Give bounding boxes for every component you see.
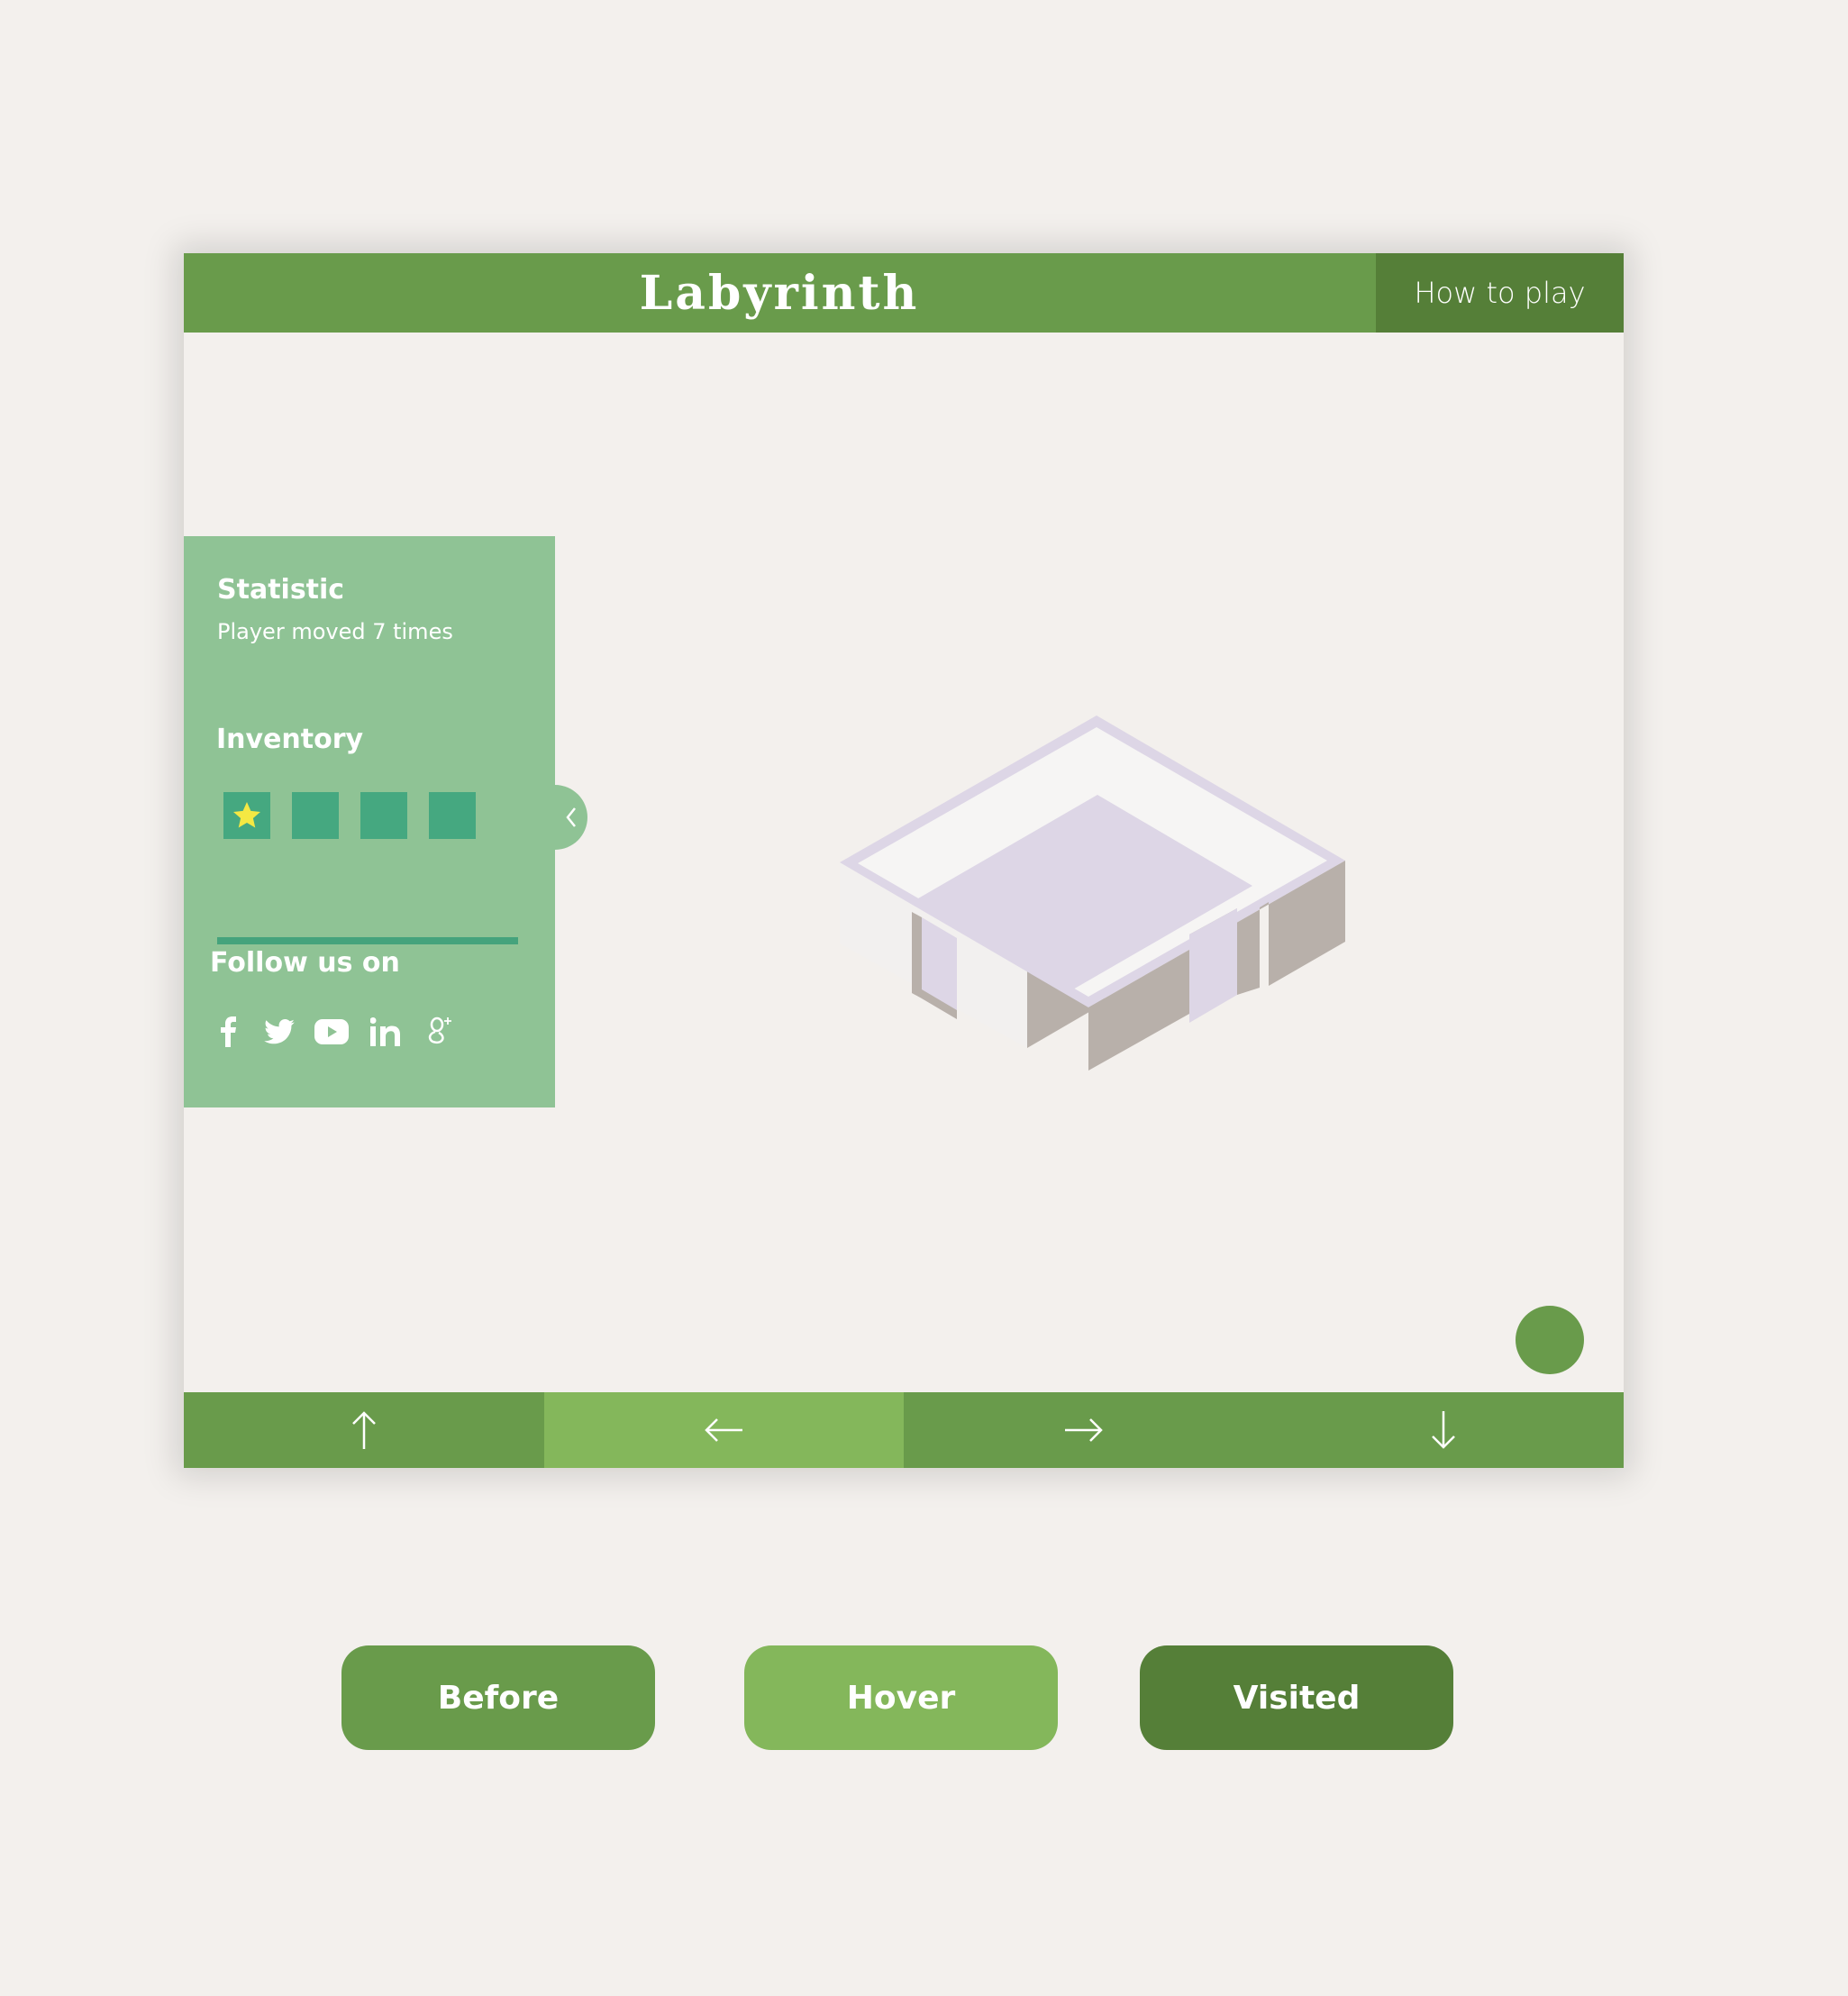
game-title: Labyrinth (639, 265, 920, 321)
google-plus-icon[interactable] (425, 1014, 456, 1050)
header-bar: Labyrinth How to play (184, 253, 1624, 333)
star-icon (233, 802, 260, 828)
move-down-button[interactable] (1263, 1392, 1624, 1468)
divider (217, 937, 518, 943)
move-right-button[interactable] (904, 1392, 1264, 1468)
down-arrow-icon (1432, 1411, 1456, 1449)
move-left-button[interactable] (543, 1392, 904, 1468)
inventory-slot-star[interactable] (223, 792, 270, 839)
sidebar-collapse-button[interactable] (555, 785, 587, 850)
left-arrow-icon (705, 1418, 743, 1442)
facebook-icon[interactable] (214, 1014, 243, 1050)
inventory-slot[interactable] (429, 792, 476, 839)
player-token (1516, 1306, 1584, 1374)
statistic-text: Player moved 7 times (217, 619, 453, 644)
up-arrow-icon (351, 1411, 376, 1449)
game-window: Labyrinth How to play Statistic Player m… (184, 253, 1624, 1468)
before-state-button[interactable]: Before (341, 1645, 655, 1750)
how-to-play-button[interactable]: How to play (1376, 253, 1624, 333)
hover-state-button[interactable]: Hover (744, 1645, 1058, 1750)
inventory-slot[interactable] (292, 792, 339, 839)
move-up-button[interactable] (184, 1392, 544, 1468)
twitter-icon[interactable] (259, 1014, 299, 1050)
chevron-left-icon (566, 807, 576, 827)
youtube-icon[interactable] (312, 1014, 351, 1050)
inventory-slot[interactable] (360, 792, 407, 839)
sidebar-panel: Statistic Player moved 7 times Inventory… (184, 536, 555, 1107)
visited-state-button[interactable]: Visited (1140, 1645, 1453, 1750)
follow-heading: Follow us on (210, 947, 400, 979)
maze-room (840, 715, 1345, 1071)
statistic-heading: Statistic (217, 574, 345, 606)
right-arrow-icon (1064, 1418, 1103, 1442)
movement-controls (184, 1392, 1624, 1468)
inventory-heading: Inventory (216, 724, 364, 755)
linkedin-icon[interactable] (368, 1014, 404, 1050)
